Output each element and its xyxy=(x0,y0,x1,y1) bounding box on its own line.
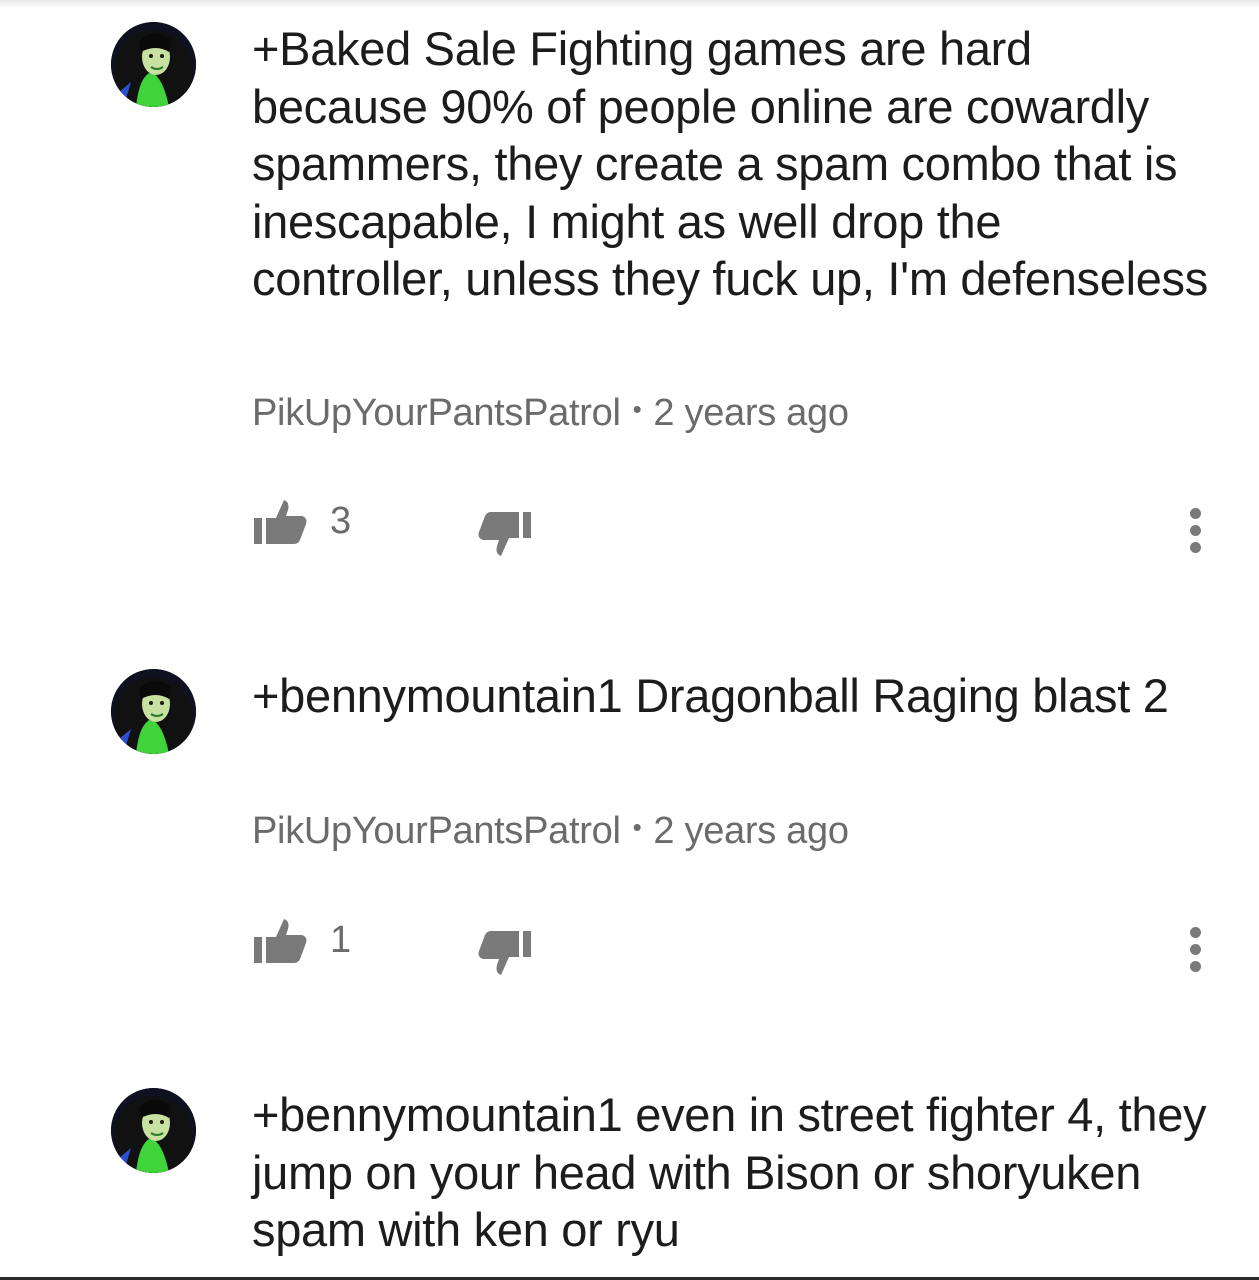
comment-actions: 1 xyxy=(0,915,1259,985)
dislike-button[interactable] xyxy=(477,504,533,560)
like-button[interactable] xyxy=(252,496,308,552)
dislike-button[interactable] xyxy=(477,923,533,979)
more-options-button[interactable] xyxy=(1180,919,1212,975)
thumbs-down-icon xyxy=(478,512,531,556)
comment-author[interactable]: PikUpYourPantsPatrol xyxy=(252,810,621,852)
avatar[interactable] xyxy=(111,669,196,754)
meta-separator: • xyxy=(632,812,642,843)
like-button[interactable] xyxy=(252,915,308,971)
thumbs-up-icon xyxy=(254,919,307,963)
thumbs-down-icon xyxy=(478,931,531,975)
comment-meta: PikUpYourPantsPatrol • 2 years ago xyxy=(252,392,849,435)
comment-author[interactable]: PikUpYourPantsPatrol xyxy=(252,392,621,434)
more-vertical-icon xyxy=(1190,927,1201,938)
avatar[interactable] xyxy=(111,1088,196,1173)
like-count: 1 xyxy=(330,919,352,961)
more-options-button[interactable] xyxy=(1180,500,1212,556)
comment-text: +Baked Sale Fighting games are hard beca… xyxy=(252,22,1208,305)
like-count: 3 xyxy=(330,500,352,542)
avatar[interactable] xyxy=(111,22,196,107)
comment-meta: PikUpYourPantsPatrol • 2 years ago xyxy=(252,810,849,853)
comment-timestamp[interactable]: 2 years ago xyxy=(653,392,849,434)
comment-timestamp[interactable]: 2 years ago xyxy=(653,810,849,852)
more-vertical-icon xyxy=(1190,508,1201,519)
thumbs-up-icon xyxy=(254,500,307,544)
top-shadow xyxy=(0,0,1259,8)
comment-text: +bennymountain1 even in street fighter 4… xyxy=(252,1088,1207,1256)
meta-separator: • xyxy=(632,394,642,425)
comment-text: +bennymountain1 Dragonball Raging blast … xyxy=(252,669,1169,722)
comment-actions: 3 xyxy=(0,496,1259,566)
